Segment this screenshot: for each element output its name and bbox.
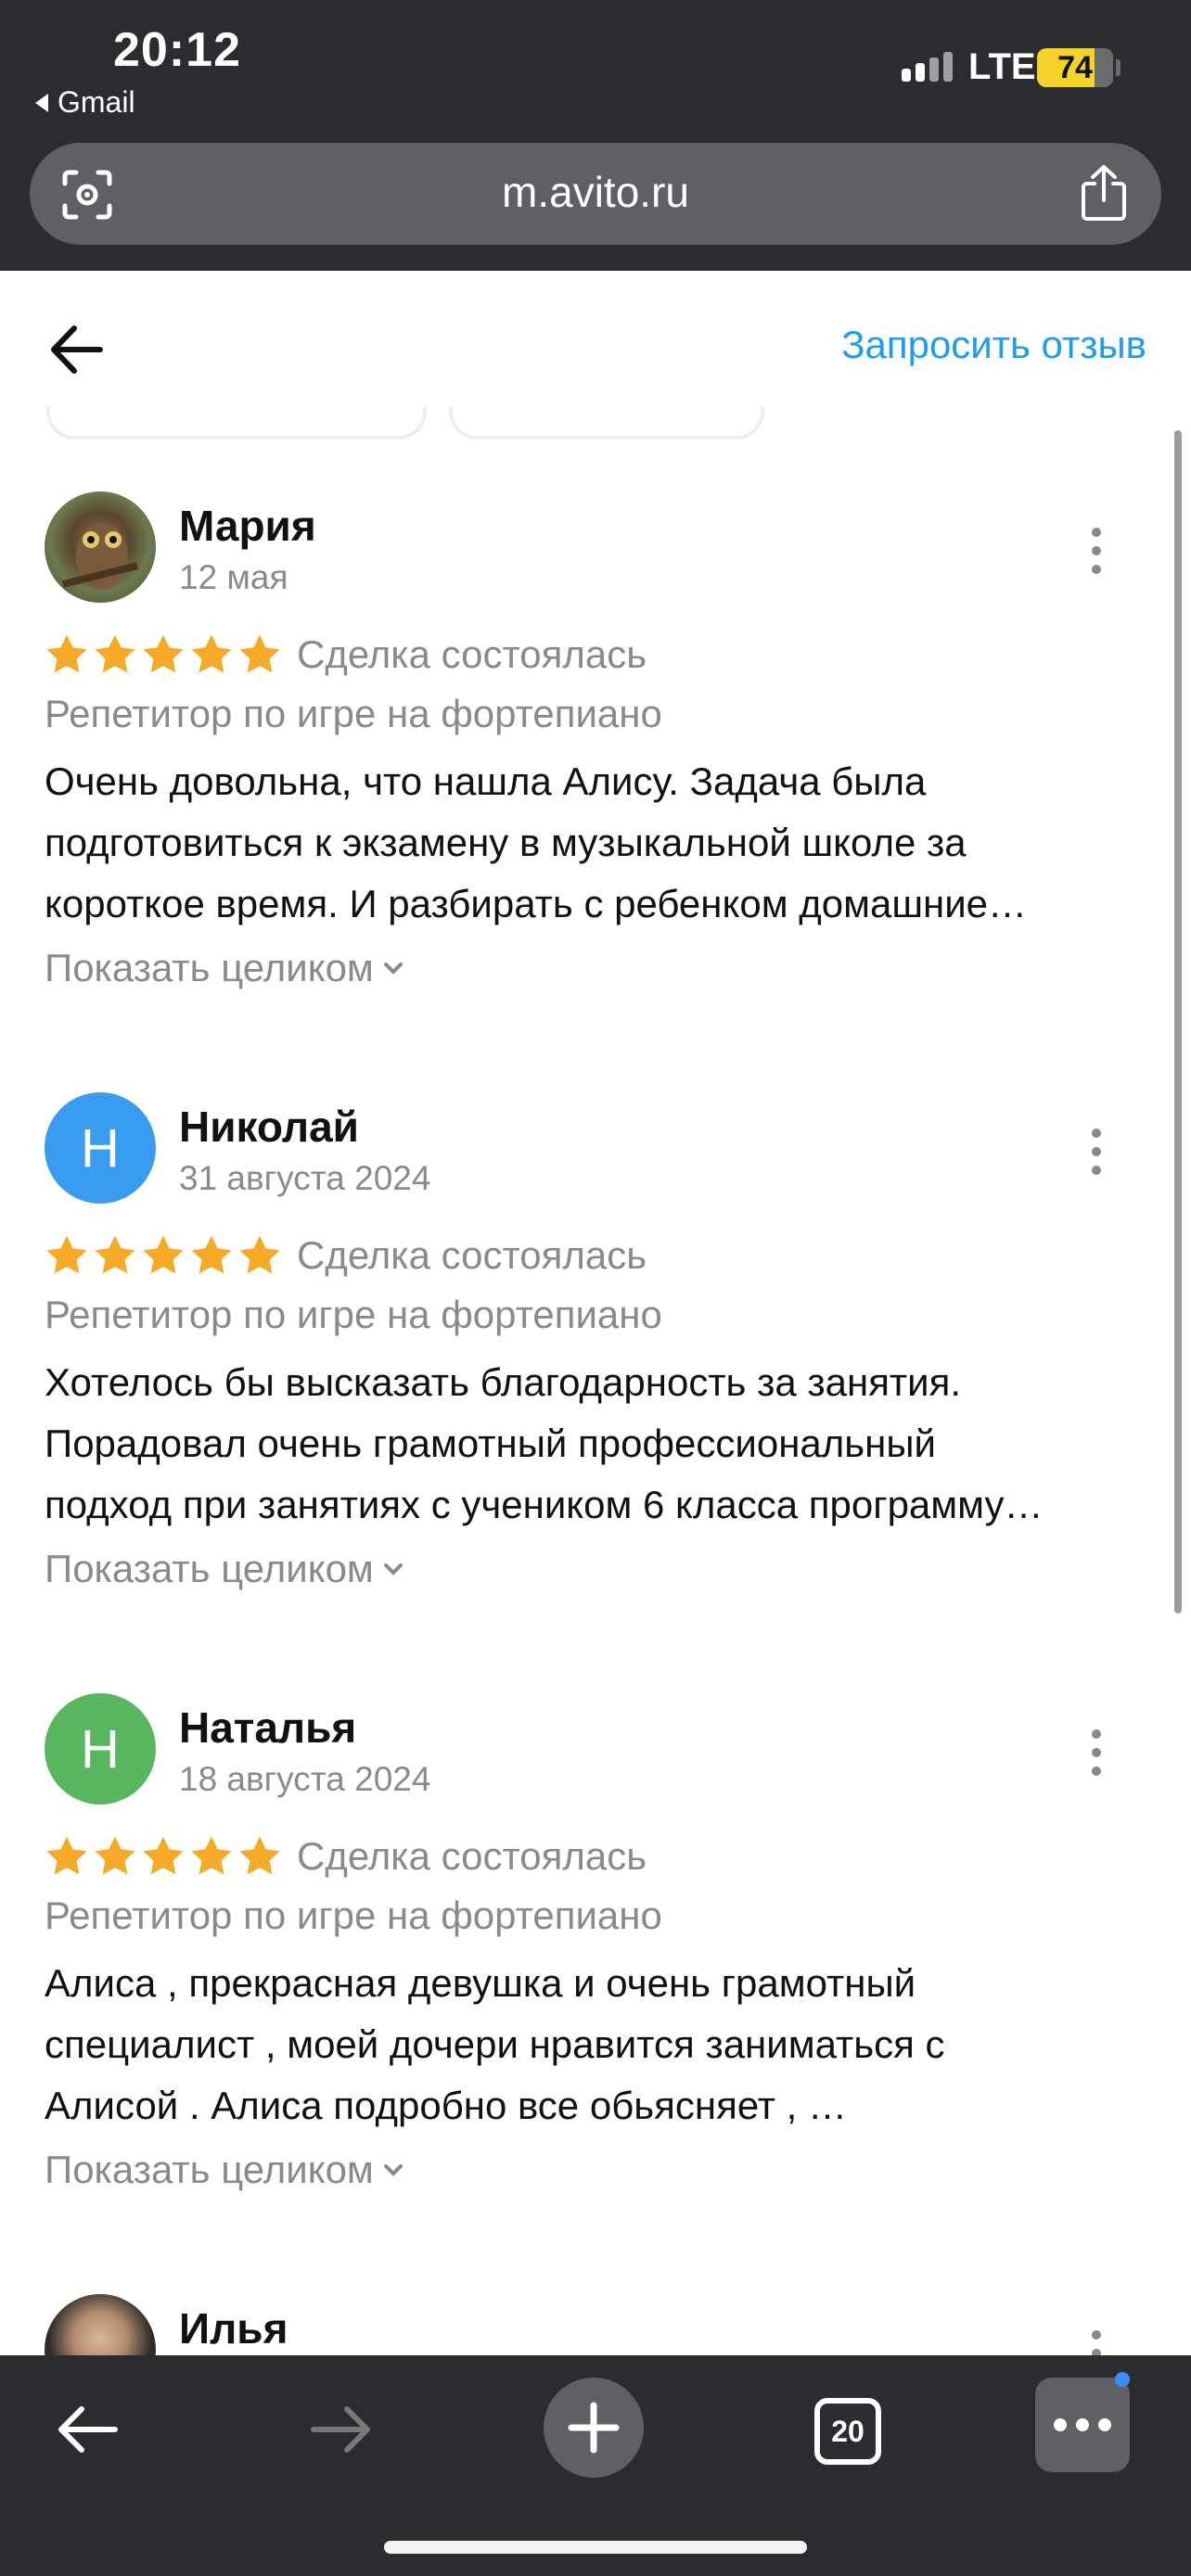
scrollbar[interactable] — [1174, 430, 1182, 1613]
star-icon — [46, 1235, 87, 1274]
show-full-label: Показать целиком — [45, 1547, 374, 1590]
forward-arrow-icon — [311, 2406, 370, 2453]
browser-chrome: 20:12 Gmail LTE 74 m.avito.ru — [0, 0, 1191, 271]
filter-chip[interactable] — [46, 406, 427, 440]
chevron-down-icon — [383, 963, 403, 975]
star-rating — [45, 1835, 282, 1878]
review-author: Мария — [179, 502, 316, 550]
rating-row: Сделка состоялась — [45, 1233, 647, 1278]
battery-nub — [1116, 59, 1121, 76]
menu-button[interactable] — [1035, 2378, 1130, 2472]
review-text: Хотелось бы высказать благодарность за з… — [45, 1352, 1148, 1536]
home-indicator[interactable] — [384, 2541, 807, 2554]
show-full-button[interactable]: Показать целиком — [45, 2148, 405, 2192]
star-icon — [95, 1836, 135, 1875]
review-text-line: Алисой . Алиса подробно все обьясняет , … — [45, 2084, 848, 2127]
more-vertical-icon[interactable] — [1087, 1126, 1106, 1178]
more-vertical-icon[interactable] — [1087, 1727, 1106, 1779]
forward-button[interactable] — [295, 2383, 388, 2476]
page-header: Запросить отзыв — [0, 271, 1191, 428]
review-card: Мария 12 мая Сделка состоялась Репетитор… — [0, 482, 1191, 1083]
review-date: 31 августа 2024 — [179, 1159, 431, 1197]
rating-row: Сделка состоялась — [45, 1834, 647, 1879]
show-full-button[interactable]: Показать целиком — [45, 1547, 405, 1591]
deal-status: Сделка состоялась — [297, 1233, 647, 1277]
show-full-button[interactable]: Показать целиком — [45, 946, 405, 990]
dot — [1098, 2418, 1111, 2431]
chevron-down-icon — [383, 2164, 403, 2176]
review-service: Репетитор по игре на фортепиано — [45, 1894, 662, 1937]
star-icon — [95, 634, 135, 673]
star-icon — [191, 634, 232, 673]
review-text-line: подготовиться к экзамену в музыкальной ш… — [45, 821, 967, 864]
rating-row: Сделка состоялась — [45, 632, 647, 677]
star-icon — [239, 634, 280, 673]
review-date: 18 августа 2024 — [179, 1760, 431, 1798]
back-to-app-button[interactable]: Gmail — [35, 85, 135, 120]
owl-avatar-image — [62, 523, 138, 590]
star-icon — [46, 634, 87, 673]
plus-icon — [568, 2402, 620, 2454]
review-author: Наталья — [179, 1703, 357, 1752]
star-icon — [46, 1836, 87, 1875]
dot — [1054, 2418, 1067, 2431]
review-text: Очень довольна, что нашла Алису. Задача … — [45, 751, 1148, 935]
dot — [1076, 2418, 1089, 2431]
notification-dot — [1115, 2372, 1130, 2387]
back-arrow-icon[interactable] — [45, 317, 109, 382]
back-button[interactable] — [41, 2383, 134, 2476]
star-rating — [45, 633, 282, 676]
star-icon — [191, 1235, 232, 1274]
review-text-line: Хотелось бы высказать благодарность за з… — [45, 1360, 962, 1404]
star-icon — [143, 634, 184, 673]
review-author: Николай — [179, 1103, 359, 1151]
show-full-label: Показать целиком — [45, 946, 374, 989]
review-service: Репетитор по игре на фортепиано — [45, 1293, 662, 1336]
status-time: 20:12 — [113, 23, 241, 77]
url-text: m.avito.ru — [502, 168, 689, 216]
star-icon — [239, 1836, 280, 1875]
signal-icon — [902, 52, 953, 82]
review-text-line: Очень довольна, что нашла Алису. Задача … — [45, 759, 927, 803]
star-rating — [45, 1234, 282, 1277]
network-type: LTE — [968, 46, 1036, 87]
review-text-line: Порадовал очень грамотный профессиональн… — [45, 1422, 936, 1465]
star-icon — [143, 1235, 184, 1274]
share-icon[interactable] — [1076, 163, 1132, 223]
avatar-initial: Н — [81, 1117, 120, 1179]
avatar[interactable]: Н — [45, 1693, 156, 1804]
star-icon — [143, 1836, 184, 1875]
review-date: 12 мая — [179, 558, 288, 596]
star-icon — [95, 1235, 135, 1274]
review-text-line: подход при занятиях с учеником 6 класса … — [45, 1483, 1044, 1526]
tabs-button[interactable]: 20 — [814, 2398, 881, 2465]
show-full-label: Показать целиком — [45, 2148, 374, 2191]
avatar[interactable]: Н — [45, 1092, 156, 1204]
back-triangle-icon — [35, 93, 48, 112]
deal-status: Сделка состоялась — [297, 632, 647, 676]
review-card: Н Николай 31 августа 2024 Сделка состоял… — [0, 1083, 1191, 1684]
deal-status: Сделка состоялась — [297, 1834, 647, 1878]
back-app-label: Gmail — [58, 85, 135, 119]
review-text-line: короткое время. И разбирать с ребенком д… — [45, 882, 1028, 925]
review-card: Н Наталья 18 августа 2024 Сделка состоял… — [0, 1684, 1191, 2285]
review-text-line: Алиса , прекрасная девушка и очень грамо… — [45, 1961, 916, 2005]
avatar-initial: Н — [81, 1718, 120, 1779]
address-bar[interactable]: m.avito.ru — [30, 143, 1161, 245]
battery-empty-part — [1095, 48, 1113, 87]
request-review-link[interactable]: Запросить отзыв — [841, 323, 1146, 367]
reviews-list: Мария 12 мая Сделка состоялась Репетитор… — [0, 482, 1191, 2470]
new-tab-button[interactable] — [544, 2378, 644, 2478]
back-arrow-icon — [58, 2406, 118, 2453]
chevron-down-icon — [383, 1563, 403, 1575]
more-vertical-icon[interactable] — [1087, 525, 1106, 577]
review-text-line: специалист , моей дочери нравится занима… — [45, 2022, 945, 2066]
review-text: Алиса , прекрасная девушка и очень грамо… — [45, 1953, 1148, 2136]
star-icon — [239, 1235, 280, 1274]
filter-chip[interactable] — [449, 406, 764, 440]
star-icon — [191, 1836, 232, 1875]
review-author: Илья — [179, 2304, 288, 2353]
avatar[interactable] — [45, 491, 156, 603]
review-service: Репетитор по игре на фортепиано — [45, 692, 662, 735]
